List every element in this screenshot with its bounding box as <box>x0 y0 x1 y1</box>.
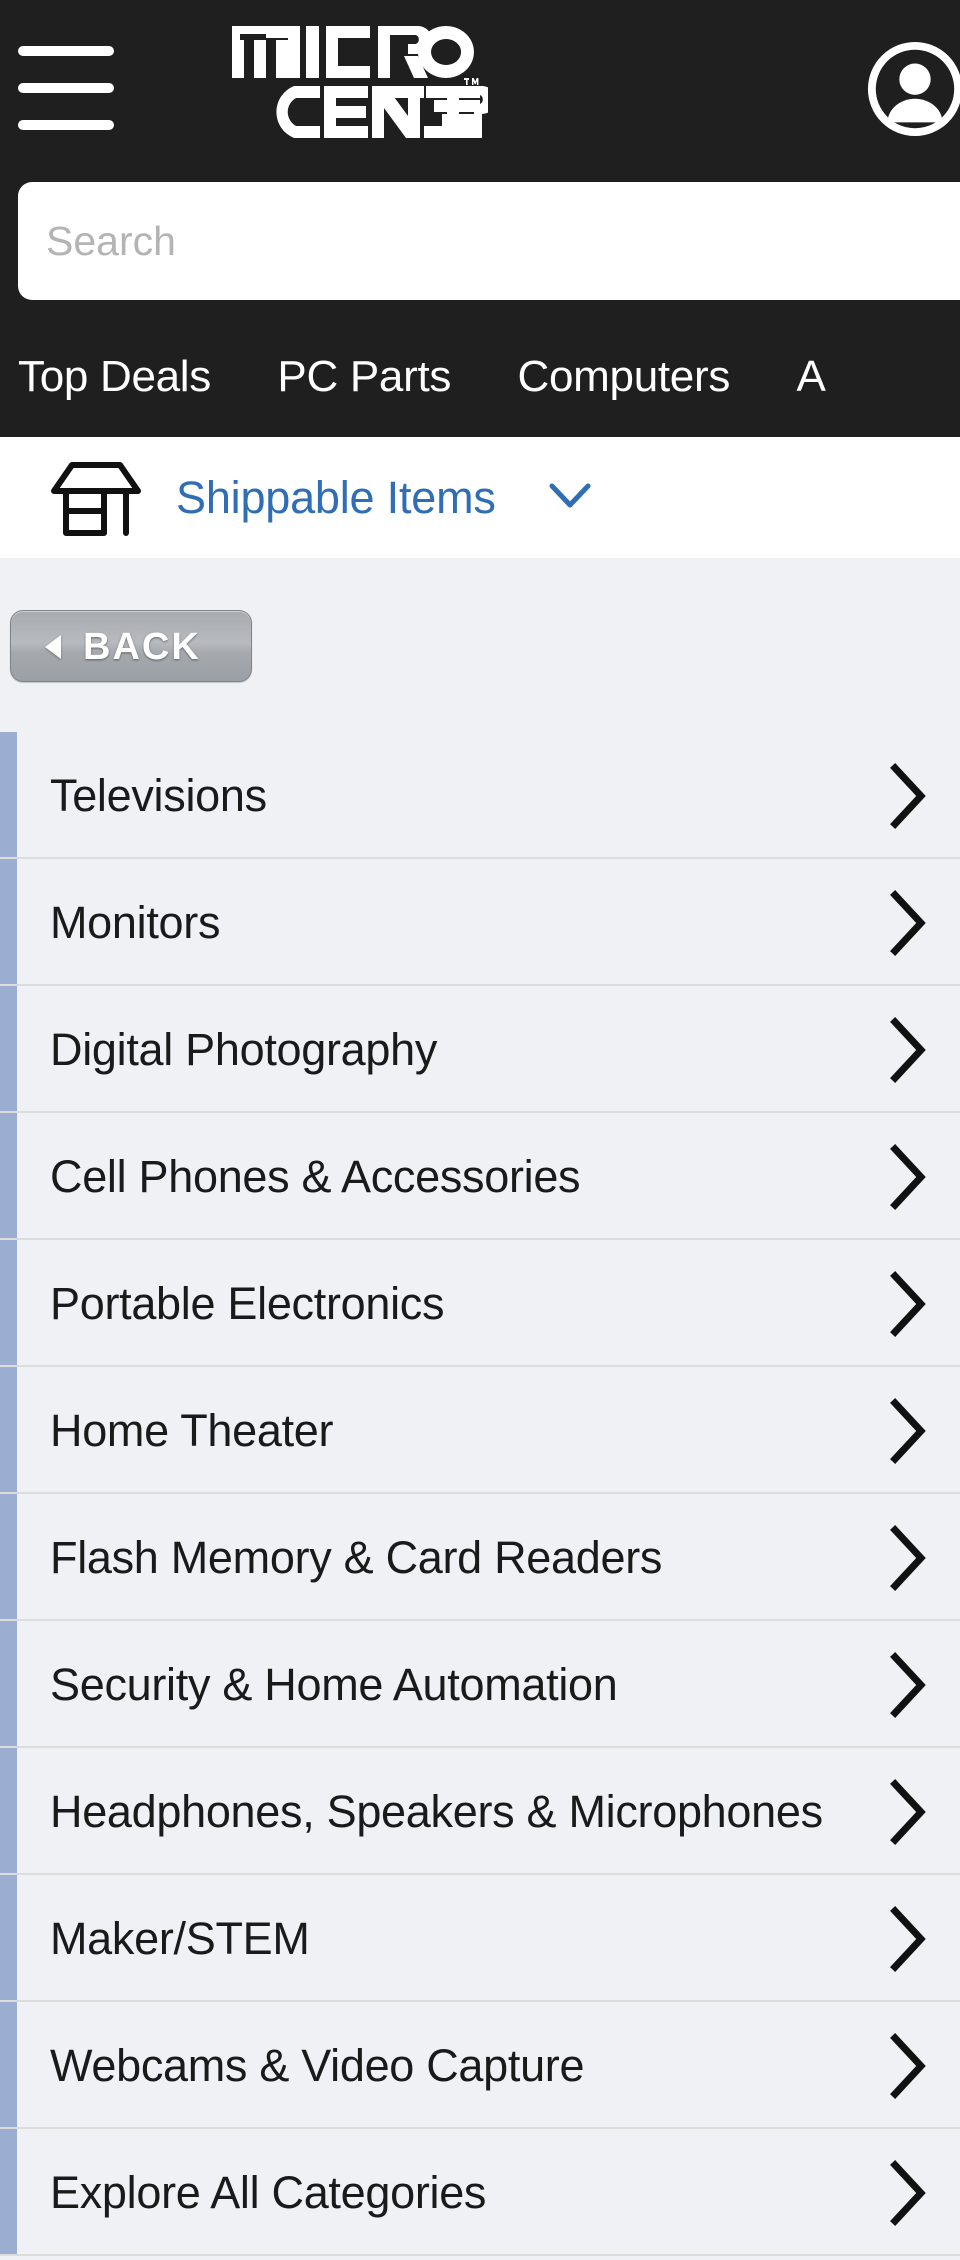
category-label: Explore All Categories <box>50 2167 487 2218</box>
chevron-right-icon <box>888 2160 928 2226</box>
category-row[interactable]: Televisions <box>0 732 960 859</box>
category-label: Home Theater <box>50 1405 334 1456</box>
nav-item-pc-parts[interactable]: PC Parts <box>215 316 451 437</box>
search-input[interactable] <box>18 182 960 300</box>
row-accent-bar <box>0 1875 17 2000</box>
row-accent-bar <box>0 732 17 857</box>
category-row[interactable]: Explore All Categories <box>0 2129 960 2256</box>
category-row[interactable]: Headphones, Speakers & Microphones <box>0 1748 960 1875</box>
chevron-right-icon <box>888 1271 928 1337</box>
back-button-label: BACK <box>83 626 201 668</box>
category-row[interactable]: Home Theater <box>0 1367 960 1494</box>
category-row[interactable]: Flash Memory & Card Readers <box>0 1494 960 1621</box>
chevron-right-icon <box>888 1017 928 1083</box>
category-label: Portable Electronics <box>50 1278 445 1329</box>
category-label: Flash Memory & Card Readers <box>50 1532 663 1583</box>
category-row[interactable]: Security & Home Automation <box>0 1621 960 1748</box>
row-accent-bar <box>0 2002 17 2127</box>
account-circle-icon[interactable] <box>866 40 960 138</box>
micro-center-logo[interactable] <box>228 22 488 142</box>
category-label: Headphones, Speakers & Microphones <box>50 1786 823 1837</box>
hamburger-bar <box>18 46 114 56</box>
back-button[interactable]: BACK <box>10 610 252 682</box>
row-accent-bar <box>0 859 17 984</box>
category-row[interactable]: Maker/STEM <box>0 1875 960 2002</box>
chevron-right-icon <box>888 1779 928 1845</box>
chevron-right-icon <box>888 890 928 956</box>
chevron-right-icon <box>888 2033 928 2099</box>
category-row[interactable]: Webcams & Video Capture <box>0 2002 960 2129</box>
category-label: Digital Photography <box>50 1024 438 1075</box>
mobile-app-screen: Top Deals PC Parts Computers A Shippable… <box>0 0 960 2260</box>
category-row[interactable]: Digital Photography <box>0 986 960 1113</box>
chevron-down-icon[interactable] <box>548 481 592 511</box>
row-accent-bar <box>0 1621 17 1746</box>
shipping-mode-bar: Shippable Items <box>0 437 960 558</box>
category-label: Televisions <box>50 770 267 821</box>
chevron-right-icon <box>888 1144 928 1210</box>
category-label: Cell Phones & Accessories <box>50 1151 581 1202</box>
row-accent-bar <box>0 1240 17 1365</box>
chevron-right-icon <box>888 763 928 829</box>
nav-item-truncated[interactable]: A <box>734 316 825 437</box>
hamburger-bar <box>18 120 114 130</box>
triangle-left-icon <box>45 635 61 659</box>
category-label: Security & Home Automation <box>50 1659 618 1710</box>
primary-nav: Top Deals PC Parts Computers A <box>0 316 960 437</box>
chevron-right-icon <box>888 1398 928 1464</box>
chevron-right-icon <box>888 1906 928 1972</box>
category-label: Webcams & Video Capture <box>50 2040 585 2091</box>
chevron-right-icon <box>888 1652 928 1718</box>
storefront-icon <box>50 457 142 537</box>
row-accent-bar <box>0 1748 17 1873</box>
chevron-right-icon <box>888 1525 928 1591</box>
category-drawer: BACK Televisions Monitors Digital Photog… <box>0 558 960 2260</box>
site-header: Top Deals PC Parts Computers A <box>0 0 960 437</box>
category-label: Monitors <box>50 897 221 948</box>
shippable-items-label[interactable]: Shippable Items <box>176 437 496 558</box>
category-row[interactable]: Portable Electronics <box>0 1240 960 1367</box>
hamburger-bar <box>18 83 114 93</box>
category-label: Maker/STEM <box>50 1913 310 1964</box>
row-accent-bar <box>0 986 17 1111</box>
hamburger-menu-icon[interactable] <box>18 40 114 132</box>
nav-item-computers[interactable]: Computers <box>456 316 731 437</box>
category-list: Televisions Monitors Digital Photography… <box>0 732 960 2256</box>
category-row[interactable]: Cell Phones & Accessories <box>0 1113 960 1240</box>
nav-item-top-deals[interactable]: Top Deals <box>0 316 211 437</box>
row-accent-bar <box>0 2129 17 2254</box>
category-row[interactable]: Monitors <box>0 859 960 986</box>
row-accent-bar <box>0 1494 17 1619</box>
row-accent-bar <box>0 1367 17 1492</box>
row-accent-bar <box>0 1113 17 1238</box>
